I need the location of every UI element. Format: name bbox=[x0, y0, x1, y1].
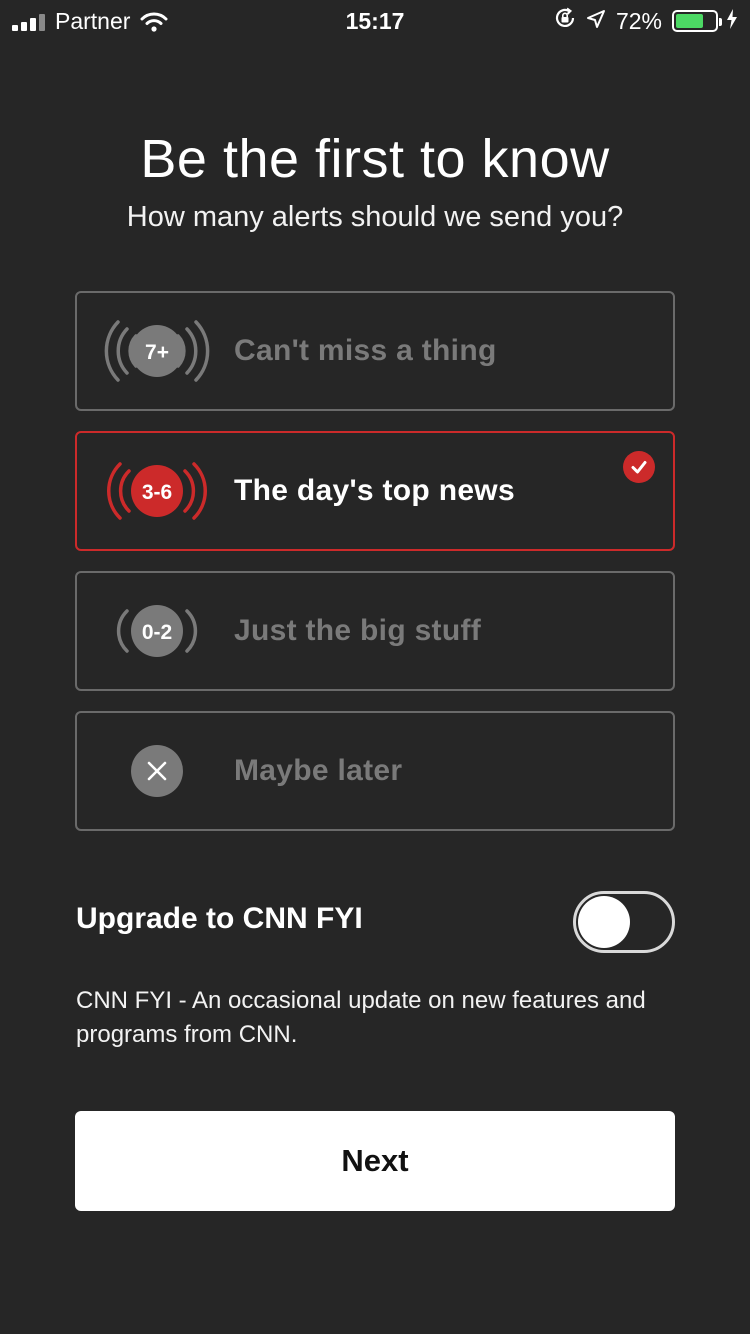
page-subtitle: How many alerts should we send you? bbox=[126, 201, 624, 233]
status-bar: Partner 15:17 72% bbox=[0, 0, 750, 40]
option-label: The day's top news bbox=[234, 474, 515, 507]
upgrade-label: Upgrade to CNN FYI bbox=[76, 902, 363, 935]
battery-percent: 72% bbox=[615, 7, 662, 34]
option-big-stuff[interactable]: 0-2 Just the big stuff bbox=[75, 571, 675, 691]
orientation-lock-icon bbox=[554, 7, 576, 35]
option-badge: 3-6 bbox=[142, 481, 172, 504]
toggle-knob bbox=[578, 896, 630, 948]
option-label: Just the big stuff bbox=[234, 614, 482, 647]
charging-icon bbox=[726, 8, 738, 35]
alert-frequency-0to2-icon: 0-2 bbox=[116, 605, 198, 657]
checkmark-icon bbox=[623, 451, 655, 483]
option-label: Maybe later bbox=[234, 754, 403, 787]
next-button[interactable]: Next bbox=[75, 1111, 675, 1211]
upgrade-toggle[interactable] bbox=[573, 891, 675, 953]
page-title: Be the first to know bbox=[140, 129, 610, 189]
upgrade-description: CNN FYI - An occasional update on new fe… bbox=[76, 987, 646, 1048]
close-icon bbox=[131, 745, 183, 797]
location-icon bbox=[586, 8, 606, 35]
option-label: Can't miss a thing bbox=[234, 334, 497, 367]
option-badge: 0-2 bbox=[142, 621, 172, 644]
option-top-news[interactable]: 3-6 The day's top news bbox=[75, 431, 675, 551]
battery-icon bbox=[672, 10, 722, 32]
alert-frequency-7plus-icon: 7+ bbox=[104, 320, 210, 382]
option-maybe-later[interactable]: Maybe later bbox=[75, 711, 675, 831]
option-badge: 7+ bbox=[145, 341, 169, 364]
battery-level bbox=[676, 14, 704, 28]
status-right: 72% bbox=[554, 7, 738, 35]
alert-frequency-3to6-icon: 3-6 bbox=[106, 462, 208, 520]
option-cant-miss[interactable]: 7+ Can't miss a thing bbox=[75, 291, 675, 411]
